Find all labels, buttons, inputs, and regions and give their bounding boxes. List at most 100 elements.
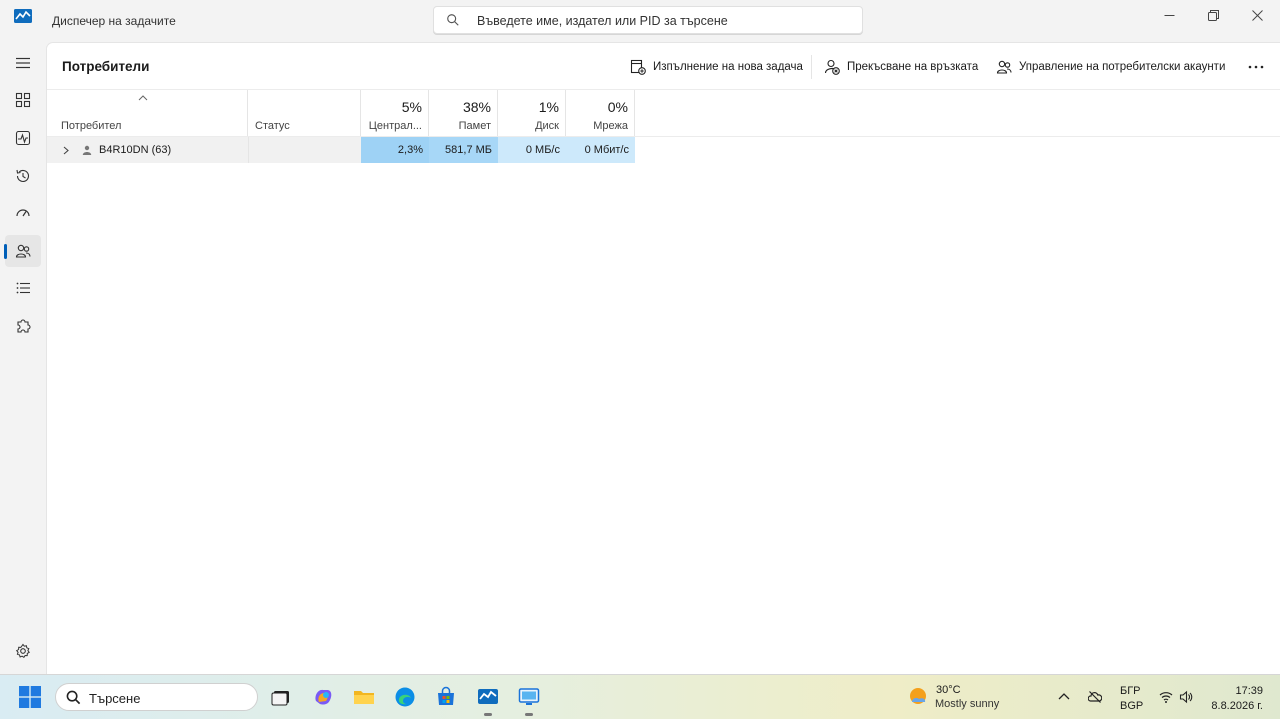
taskbar-remote-app[interactable] [516, 684, 542, 716]
title-bar: Диспечер на задачите Въведете име, издат… [0, 0, 1280, 42]
expand-chevron-icon[interactable] [61, 146, 70, 155]
table-row[interactable]: B4R10DN (63) 2,3% 581,7 МБ 0 МБ/с 0 Мбит… [47, 137, 635, 163]
task-view-icon [271, 691, 289, 706]
processes-icon [15, 92, 31, 108]
minimize-button[interactable] [1146, 0, 1192, 30]
column-network-percent: 0% [607, 99, 628, 115]
nav-app-history[interactable] [5, 160, 41, 192]
hamburger-icon [16, 57, 30, 69]
speedometer-icon [16, 209, 30, 217]
weather-temperature: 30°C [936, 684, 961, 696]
nav-services[interactable] [5, 310, 41, 342]
column-status-label: Статус [255, 120, 290, 132]
left-navigation [0, 42, 46, 674]
more-dots-icon [1248, 65, 1264, 69]
performance-icon [15, 130, 31, 146]
taskbar-copilot[interactable] [310, 684, 336, 710]
disconnect-user-icon [824, 59, 840, 75]
taskbar-store[interactable] [433, 684, 459, 710]
taskbar-search[interactable]: Търсене [55, 683, 258, 711]
run-new-task-label: Изпълнение на нова задача [653, 61, 803, 73]
history-icon [16, 169, 30, 182]
minimize-icon [1164, 14, 1174, 16]
nav-users[interactable] [4, 235, 41, 267]
column-memory[interactable]: 38% Памет [429, 90, 498, 137]
user-name: B4R10DN (63) [99, 144, 172, 156]
column-user-label: Потребител [61, 120, 122, 132]
taskbar-edge[interactable] [392, 684, 418, 710]
chevron-up-icon [1058, 693, 1070, 700]
manage-users-icon [996, 60, 1012, 74]
column-network-label: Мрежа [593, 120, 628, 132]
edge-icon [395, 687, 415, 707]
nav-performance[interactable] [5, 122, 41, 154]
taskbar-file-explorer[interactable] [351, 684, 377, 710]
running-indicator [525, 713, 533, 716]
network-tray[interactable] [1157, 688, 1175, 706]
restore-icon [1207, 9, 1219, 21]
keyboard-layout: BGP [1120, 700, 1144, 712]
search-icon [66, 690, 81, 705]
nav-details[interactable] [5, 272, 41, 304]
close-icon [1251, 9, 1263, 21]
cell-memory: 581,7 МБ [429, 137, 498, 163]
taskbar-task-manager[interactable] [475, 684, 501, 716]
sort-up-icon [138, 95, 148, 101]
copilot-icon [315, 689, 332, 705]
input-language[interactable]: БГР BGP [1120, 684, 1143, 714]
taskbar-task-view[interactable] [268, 684, 294, 710]
volume-tray[interactable] [1177, 688, 1195, 706]
cell-network: 0 Мбит/с [566, 137, 635, 163]
column-cpu-percent: 5% [401, 99, 422, 115]
clock-time: 17:39 [1235, 685, 1263, 697]
weather-sun-icon[interactable] [908, 686, 928, 706]
restore-button[interactable] [1190, 0, 1236, 30]
column-cpu[interactable]: 5% Централ... [361, 90, 429, 137]
nav-settings[interactable] [5, 635, 41, 667]
clock-date: 8.8.2026 г. [1211, 700, 1263, 712]
column-disk[interactable]: 1% Диск [498, 90, 566, 137]
disconnect-button[interactable]: Прекъсване на връзката [824, 57, 978, 77]
hamburger-menu-button[interactable] [5, 47, 41, 79]
table-header: Потребител Статус 5% Централ... 38% Паме… [47, 90, 1280, 137]
folder-icon [354, 691, 374, 704]
close-button[interactable] [1234, 0, 1280, 30]
taskbar-search-label: Търсене [89, 691, 141, 706]
speaker-icon [1179, 690, 1193, 704]
cloud-offline-icon [1088, 691, 1102, 703]
column-status[interactable]: Статус [248, 90, 361, 137]
users-icon [15, 244, 31, 258]
run-new-task-button[interactable]: Изпълнение на нова задача [630, 57, 803, 77]
details-list-icon [16, 282, 30, 294]
column-user[interactable]: Потребител [47, 90, 248, 137]
running-indicator [484, 713, 492, 716]
disconnect-label: Прекъсване на връзката [847, 61, 979, 73]
search-placeholder: Въведете име, издател или PID за търсене [477, 14, 728, 28]
cell-cpu: 2,3% [361, 137, 429, 163]
user-icon [82, 145, 92, 155]
show-hidden-icons-button[interactable] [1055, 688, 1073, 706]
command-separator [811, 55, 812, 79]
taskbar: Търсене 30°C Mostly sunny БГР BGP 17:39 … [0, 674, 1280, 719]
column-cpu-label: Централ... [368, 120, 422, 132]
column-network[interactable]: 0% Мрежа [566, 90, 635, 137]
main-panel: Потребители Изпълнение на нова задача Пр… [46, 42, 1280, 674]
column-disk-label: Диск [535, 120, 559, 132]
gear-icon [15, 643, 30, 658]
more-options-button[interactable] [1237, 57, 1275, 77]
weather-description: Mostly sunny [935, 698, 1000, 710]
wifi-icon [1159, 692, 1173, 703]
nav-startup-apps[interactable] [5, 197, 41, 229]
search-input[interactable]: Въведете име, издател или PID за търсене [433, 6, 863, 34]
new-task-icon [630, 59, 646, 75]
windows-start-icon[interactable] [19, 686, 41, 708]
store-bag-icon [438, 686, 454, 705]
task-manager-icon [478, 689, 498, 704]
clock[interactable]: 17:39 8.8.2026 г. [1211, 684, 1263, 714]
nav-processes[interactable] [5, 84, 41, 116]
onedrive-tray[interactable] [1086, 688, 1104, 706]
remote-desktop-icon [518, 688, 540, 705]
column-disk-percent: 1% [538, 99, 559, 115]
manage-accounts-button[interactable]: Управление на потребителски акаунти [996, 57, 1225, 77]
window-title: Диспечер на задачите [52, 14, 176, 28]
